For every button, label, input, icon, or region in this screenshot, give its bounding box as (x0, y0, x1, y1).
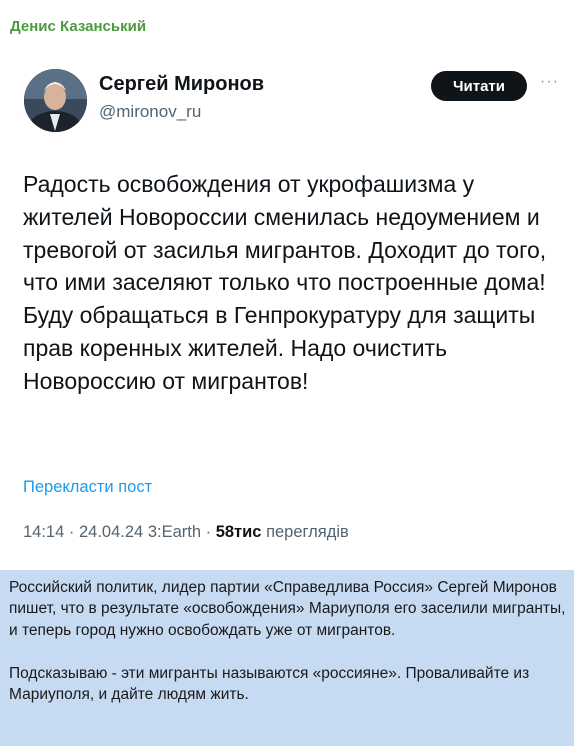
views-count: 58тис (215, 523, 262, 541)
follow-button[interactable]: Читати (431, 71, 527, 101)
more-horizontal-icon[interactable]: ··· (540, 73, 559, 91)
display-name[interactable]: Сергей Миронов (99, 73, 264, 96)
comment-paragraph-1: Российский политик, лидер партии «Справе… (9, 579, 566, 639)
views-label: переглядів (266, 523, 349, 541)
tweet-date[interactable]: 24.04.24 (79, 523, 143, 541)
tweet-text: Радость освобождения от укрофашизма у жи… (23, 171, 547, 394)
separator: · (205, 523, 216, 541)
tweet-time[interactable]: 14:14 (23, 523, 64, 541)
translate-post-link[interactable]: Перекласти пост (23, 478, 152, 497)
avatar[interactable] (24, 69, 87, 132)
comment-paragraph-2: Подсказываю - эти мигранты называются «р… (9, 664, 530, 704)
comment-text: Российский политик, лидер партии «Справе… (9, 577, 569, 705)
tweet-meta: 14:14 · 24.04.24 3:Earth · 58тис перегля… (23, 523, 349, 542)
avatar-photo (24, 69, 87, 132)
forward-author[interactable]: Денис Казанський (10, 18, 146, 35)
user-handle[interactable]: @mironov_ru (99, 102, 201, 122)
separator: · (68, 523, 79, 541)
embedded-tweet: Сергей Миронов @mironov_ru Читати ··· Ра… (3, 47, 578, 567)
tweet-source: 3:Earth (147, 523, 202, 541)
comment-box: Российский политик, лидер партии «Справе… (0, 570, 574, 746)
